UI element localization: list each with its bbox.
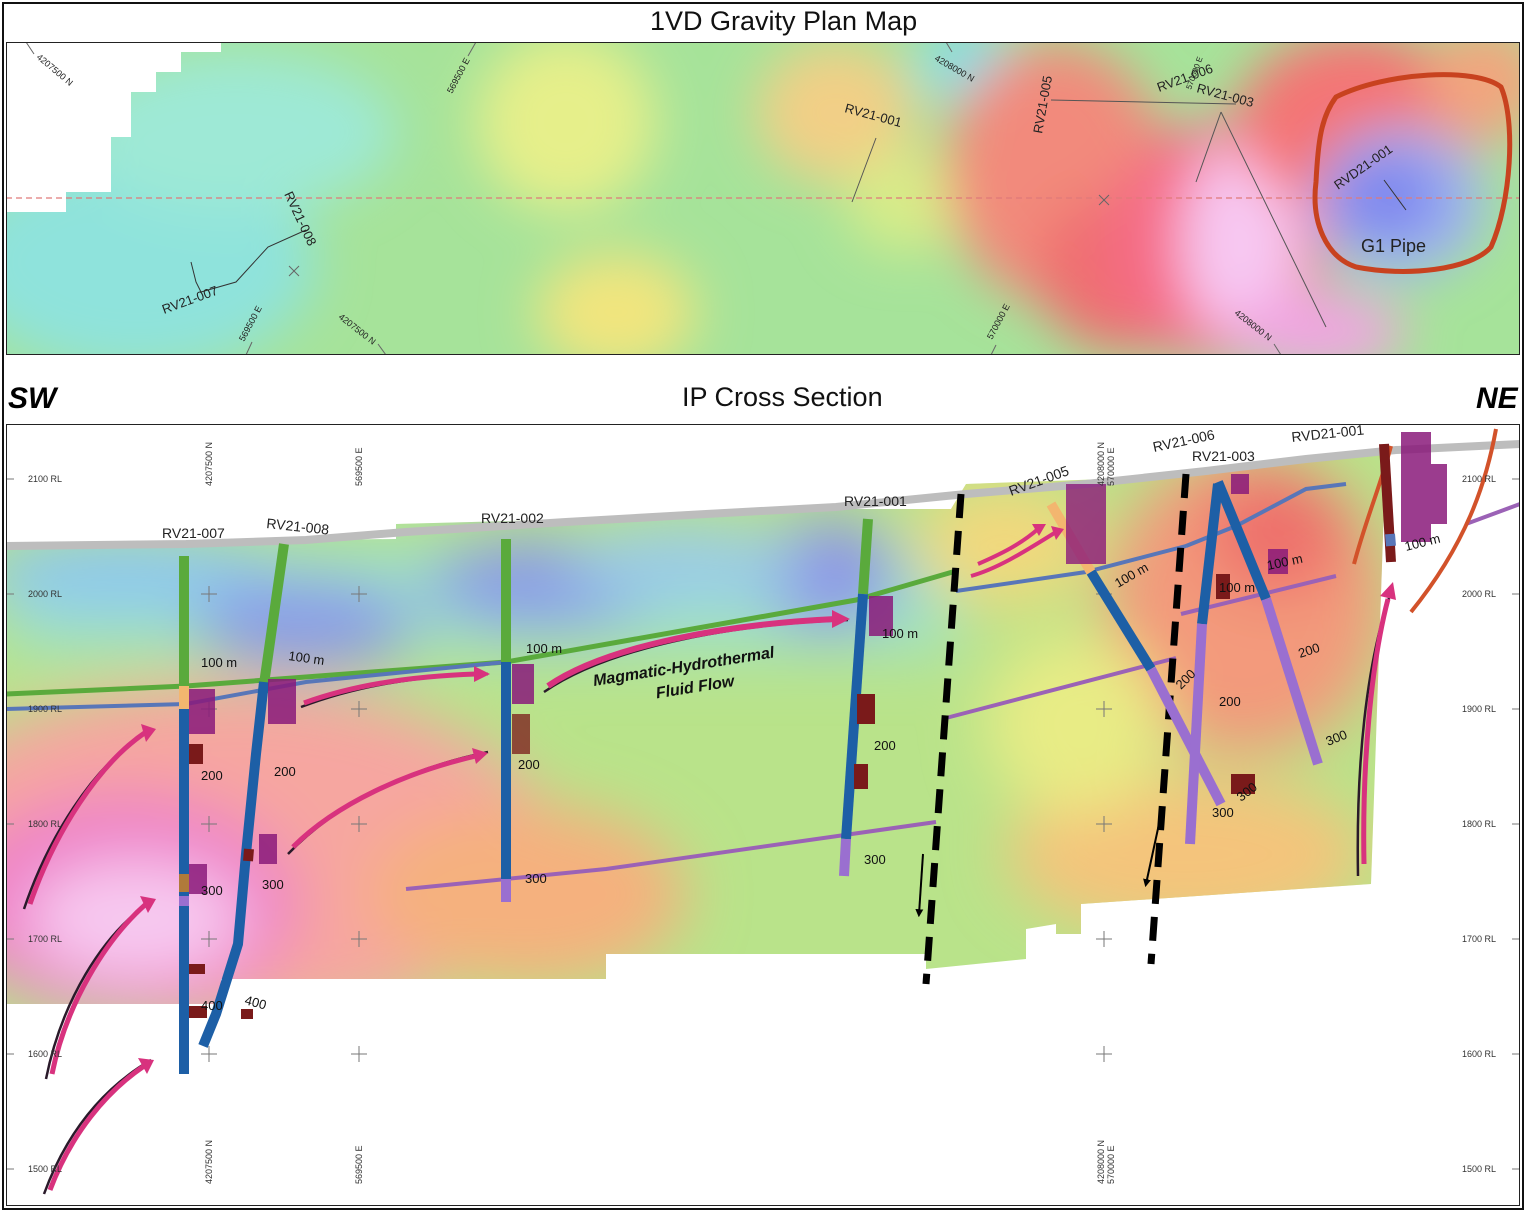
ne-orientation-label: NE (1476, 382, 1518, 415)
rl-label-1600-left: 1600 RL (28, 1049, 62, 1059)
rl-label-2100-right: 2100 RL (1462, 474, 1496, 484)
cross-section-title: IP Cross Section (682, 382, 883, 412)
rl-label-1900-right: 1900 RL (1462, 704, 1496, 714)
grid-top-label: 569500 E (354, 447, 364, 486)
plan-map-title: 1VD Gravity Plan Map (650, 6, 918, 36)
grid-top-label: 4208000 N (1096, 442, 1106, 486)
rl-label-1600-right: 1600 RL (1462, 1049, 1496, 1059)
rl-label-1700-right: 1700 RL (1462, 934, 1496, 944)
grid-bottom-label: 570000 E (1106, 1145, 1116, 1184)
hole-label-rv21-001: RV21-001 (844, 493, 907, 509)
depth-label: 100 m (526, 641, 562, 656)
rl-label-1800-right: 1800 RL (1462, 819, 1496, 829)
depth-label: 100 m (882, 626, 918, 641)
gravity-plan-map: RV21-007 RV21-008 RV21-001 RV21-005 RV21… (6, 42, 1520, 355)
depth-label: 300 (525, 871, 547, 886)
depth-label: 300 (864, 852, 886, 867)
depth-label: 300 (201, 883, 223, 898)
depth-label: 300 (1212, 805, 1234, 820)
hole-label-rv21-007: RV21-007 (162, 525, 225, 541)
rl-label-1700-left: 1700 RL (28, 934, 62, 944)
rl-label-2100-left: 2100 RL (28, 474, 62, 484)
hole-label-rv21-008: RV21-008 (266, 515, 330, 537)
rl-label-2000-right: 2000 RL (1462, 589, 1496, 599)
depth-label: 200 (201, 768, 223, 783)
depth-label: 200 (874, 738, 896, 753)
depth-label: 100 m (201, 655, 237, 670)
ip-cross-section: Magmatic-Hydrothermal Fluid Flow 2100 RL… (6, 424, 1520, 1206)
sw-orientation-label: SW (8, 382, 57, 415)
hole-label-rv21-002: RV21-002 (481, 510, 544, 526)
rl-label-2000-left: 2000 RL (28, 589, 62, 599)
depth-label: 200 (518, 757, 540, 772)
rl-label-1500-right: 1500 RL (1462, 1164, 1496, 1174)
depth-label: 400 (201, 998, 223, 1013)
depth-label: 200 (1219, 694, 1241, 709)
hole-label-rv21-003: RV21-003 (1192, 448, 1255, 464)
hole-label-rvd21-001: RVD21-001 (1291, 424, 1365, 445)
rl-label-1500-left: 1500 RL (28, 1164, 62, 1174)
depth-label: 200 (274, 764, 296, 779)
rl-label-1900-left: 1900 RL (28, 704, 62, 714)
depth-label: 100 m (1219, 580, 1255, 595)
depth-label: 300 (262, 877, 284, 892)
grid-top-label: 4207500 N (204, 442, 214, 486)
grid-bottom-label: 569500 E (354, 1145, 364, 1184)
grid-bottom-label: 4208000 N (1096, 1140, 1106, 1184)
grid-top-label: 570000 E (1106, 447, 1116, 486)
plan-pipe-label: G1 Pipe (1361, 236, 1426, 256)
rl-label-1800-left: 1800 RL (28, 819, 62, 829)
grid-bottom-label: 4207500 N (204, 1140, 214, 1184)
